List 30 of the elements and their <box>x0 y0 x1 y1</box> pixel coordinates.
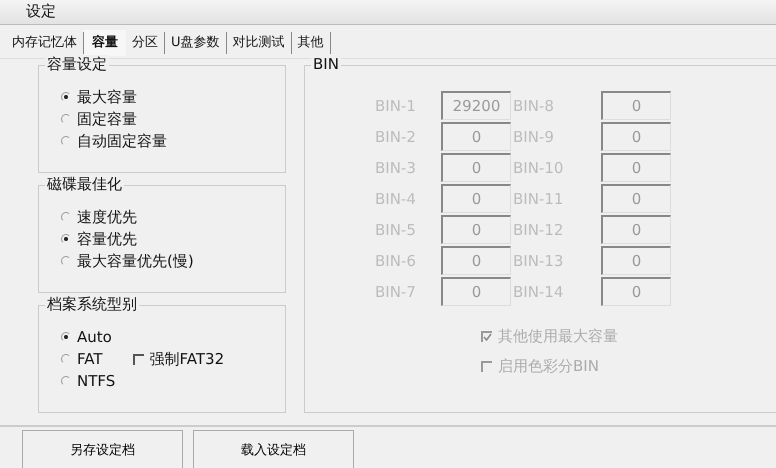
radio-button[interactable] <box>61 136 71 146</box>
radio-option[interactable]: 最大容量优先(慢) <box>61 252 194 271</box>
radio-button[interactable] <box>61 256 71 266</box>
button[interactable]: 载入设定档 <box>193 430 354 468</box>
radio-option[interactable]: FAT <box>61 350 103 368</box>
radio-button[interactable] <box>61 354 71 364</box>
group-title: 档案系统型别 <box>45 295 139 314</box>
window-title: 设定 <box>26 2 56 22</box>
radio-button[interactable] <box>61 332 71 342</box>
tab[interactable]: 对比测试 <box>226 32 292 54</box>
tab[interactable]: 分区 <box>126 32 165 54</box>
radio-option[interactable]: 速度优先 <box>61 208 137 227</box>
checkbox[interactable] <box>132 354 144 365</box>
tab[interactable]: 容量 <box>84 30 126 56</box>
radio-option[interactable]: 固定容量 <box>61 110 137 129</box>
radio-option[interactable]: 最大容量 <box>61 88 137 107</box>
radio-option[interactable]: NTFS <box>61 372 116 390</box>
radio-button[interactable] <box>61 92 71 102</box>
tab[interactable]: U盘参数 <box>165 32 227 54</box>
radio-button[interactable] <box>61 212 71 222</box>
radio-button[interactable] <box>61 234 71 244</box>
button[interactable]: 另存设定档 <box>22 430 183 468</box>
checkbox-option[interactable]: 强制FAT32 <box>132 350 224 369</box>
radio-option[interactable]: Auto <box>61 328 112 346</box>
radio-button[interactable] <box>61 376 71 386</box>
radio-option[interactable]: 自动固定容量 <box>61 132 167 151</box>
radio-button[interactable] <box>61 114 71 124</box>
tab[interactable]: 其他 <box>292 32 331 54</box>
group-title: 容量设定 <box>45 55 109 74</box>
radio-option[interactable]: 容量优先 <box>61 230 137 249</box>
